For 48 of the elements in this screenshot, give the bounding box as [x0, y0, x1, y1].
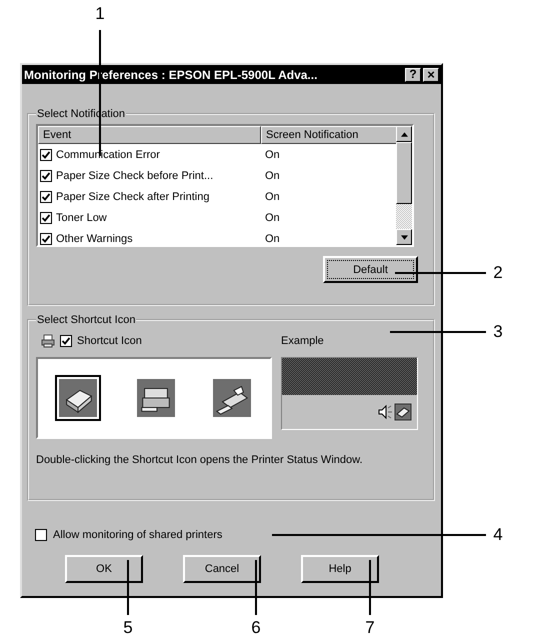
callout-number: 1	[95, 5, 105, 23]
event-name: Paper Size Check after Printing	[56, 190, 210, 202]
printer-icon	[41, 334, 55, 348]
window-title: Monitoring Preferences : EPSON EPL-5900L Adva...	[24, 68, 318, 82]
checkbox[interactable]	[40, 170, 52, 182]
checkbox-label: Shortcut Icon	[77, 335, 142, 347]
notification-value: On	[265, 148, 280, 160]
callout-number: 2	[493, 264, 503, 282]
printer-icon-option[interactable]	[55, 375, 101, 421]
default-button[interactable]: Default	[323, 256, 418, 283]
help-button[interactable]: Help	[301, 555, 379, 583]
callout-number: 7	[365, 619, 375, 637]
notification-value: On	[265, 232, 280, 244]
callout-number: 4	[493, 526, 503, 544]
checkbox[interactable]	[40, 148, 52, 160]
cancel-button[interactable]: Cancel	[183, 555, 261, 583]
printer-icon-option[interactable]	[211, 377, 253, 419]
checkbox[interactable]	[40, 212, 52, 224]
notification-value: On	[265, 170, 280, 182]
checkbox[interactable]	[60, 335, 72, 347]
event-name: Other Warnings	[56, 232, 133, 244]
leader-line	[255, 560, 257, 615]
close-button[interactable]: ×	[423, 68, 439, 82]
ok-button[interactable]: OK	[65, 555, 143, 583]
notification-value: On	[265, 190, 280, 202]
checkbox[interactable]	[40, 190, 52, 202]
column-header[interactable]: Event	[38, 126, 261, 144]
checkbox[interactable]	[40, 232, 52, 244]
event-name: Toner Low	[56, 212, 107, 224]
tray-icons-drawing	[377, 402, 413, 422]
description-text: Double-clicking the Shortcut Icon opens the Printer Status Window.	[36, 453, 364, 467]
event-name: Communication Error	[56, 148, 160, 160]
group-title: Select Shortcut Icon	[36, 314, 136, 326]
printer-icon-option[interactable]	[135, 377, 177, 419]
event-name: Paper Size Check before Print...	[56, 170, 214, 182]
callout-number: 3	[493, 323, 503, 341]
scrollbar[interactable]	[396, 126, 412, 245]
callout-number: 6	[251, 619, 261, 637]
notification-value: On	[265, 212, 280, 224]
up-arrow-icon[interactable]	[400, 132, 408, 136]
callout-number: 5	[123, 619, 133, 637]
example-label: Example	[281, 334, 325, 349]
leader-line	[369, 560, 371, 615]
checkbox-label: Allow monitoring of shared printers	[53, 529, 222, 541]
checkbox[interactable]	[35, 529, 47, 541]
down-arrow-icon[interactable]	[400, 234, 408, 240]
help-button[interactable]: ?	[405, 68, 421, 82]
leader-line	[127, 560, 129, 615]
